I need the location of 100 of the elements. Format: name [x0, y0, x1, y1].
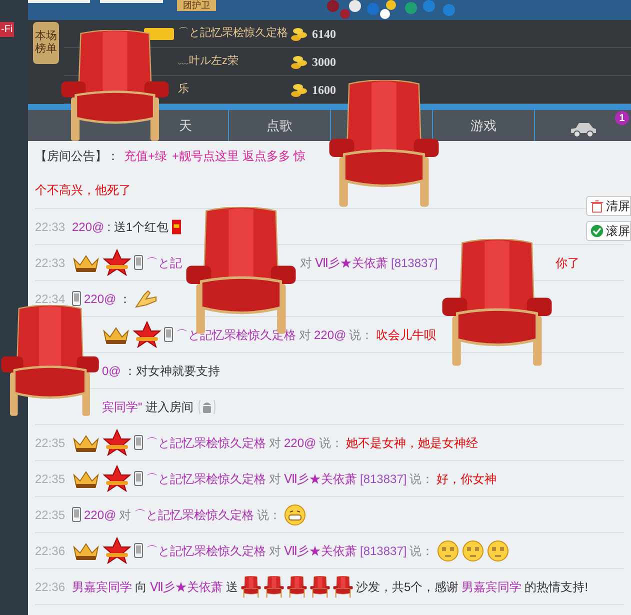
- user-name[interactable]: ⌒と記忆罘桧惊久定格: [134, 506, 254, 524]
- notification-badge: 1: [615, 111, 629, 125]
- clear-screen-button[interactable]: 清屏: [586, 196, 631, 216]
- connector-text: 说：: [349, 326, 374, 344]
- user-name[interactable]: 220@: [84, 290, 116, 308]
- sofa-icon: [333, 576, 353, 598]
- user-name[interactable]: ⌒と記忆罘桧惊久定格: [146, 542, 266, 560]
- connector-text: 对: [299, 326, 311, 344]
- grinning-emoji-icon: [284, 504, 306, 526]
- user-name[interactable]: Ⅶ彡★关依萧: [315, 254, 388, 272]
- user-id: [813837]: [360, 542, 407, 560]
- phone-icon: [72, 291, 81, 306]
- message-text: : 送1个红包: [107, 218, 169, 236]
- tab[interactable]: 点歌: [266, 116, 292, 136]
- android-icon: [196, 398, 218, 414]
- coins-icon: [290, 26, 308, 42]
- user-id: [813837]: [391, 254, 438, 272]
- message-text: 她不是女神，她是女神经: [346, 434, 478, 452]
- coin-count: 1600: [312, 82, 336, 98]
- user-name[interactable]: ⌒と記忆罘桧惊久定格: [146, 470, 266, 488]
- hand-emoji-icon: [134, 288, 158, 308]
- message-text: 送: [226, 578, 238, 596]
- notice-link[interactable]: 充值+绿: [124, 147, 168, 165]
- user-name[interactable]: 220@: [314, 326, 346, 344]
- message-text: 吹会儿牛呗: [376, 326, 436, 344]
- ranking-name: ⌒と記忆罘桧惊久定格: [178, 26, 289, 42]
- crown-icon: [72, 252, 100, 272]
- phone-icon: [134, 471, 143, 486]
- user-name[interactable]: 220@: [72, 218, 104, 236]
- crown-icon: [72, 540, 100, 560]
- armchair-icon: [0, 305, 100, 417]
- connector-text: 说：: [257, 506, 282, 524]
- phone-icon: [164, 327, 173, 342]
- user-name[interactable]: 220@: [284, 434, 316, 452]
- message-time: 22:36: [35, 578, 66, 596]
- connector-text: 说：: [319, 434, 344, 452]
- message-text: 进入房间: [145, 398, 194, 416]
- notice-link[interactable]: +靓号点这里 返点多多 惊: [172, 147, 306, 165]
- smug-emoji-icon: [436, 540, 459, 562]
- user-name[interactable]: ⌒と記忆罘桧惊久定格: [146, 434, 266, 452]
- connector-text: 对: [300, 254, 312, 272]
- tab[interactable]: 游戏: [470, 116, 496, 136]
- check-icon: [590, 224, 604, 238]
- connector-text: 对: [269, 542, 281, 560]
- message-time: 22:34: [35, 290, 66, 308]
- trash-icon: [590, 199, 604, 213]
- scroll-screen-button[interactable]: 滚屏: [586, 221, 631, 241]
- star-icon: [103, 536, 131, 564]
- connector-text: 说：: [410, 470, 434, 488]
- message-text: 向: [135, 578, 147, 596]
- armchair-icon: [440, 238, 553, 366]
- coin-count: 6140: [312, 26, 336, 42]
- message-time: 22:33: [35, 218, 66, 236]
- armchair-icon: [60, 30, 170, 142]
- crown-icon: [72, 468, 100, 488]
- message-time: 22:35: [35, 506, 66, 524]
- phone-icon: [134, 435, 143, 450]
- notice-label: 【房间公告】：: [35, 148, 119, 165]
- message-time: 22:35: [35, 434, 66, 452]
- phone-icon: [72, 507, 81, 522]
- connector-text: 对: [269, 470, 281, 488]
- envelope-icon: [172, 218, 181, 234]
- guard-badge[interactable]: 团护卫: [177, 0, 216, 11]
- message-text: 沙发，共5个，感谢: [356, 578, 459, 596]
- message-text: 个不高兴，他死了: [35, 182, 131, 198]
- user-id: [813837]: [360, 470, 407, 488]
- ranking-name: ﹏叶ル左z荣: [178, 54, 240, 70]
- tab[interactable]: 天: [179, 116, 192, 136]
- crown-icon: [72, 432, 100, 452]
- top-button[interactable]: [28, 0, 90, 3]
- coins-icon: [290, 82, 308, 98]
- user-name[interactable]: 220@: [84, 506, 116, 524]
- user-name[interactable]: 0@: [102, 362, 121, 380]
- crown-icon: [102, 324, 130, 344]
- coin-count: 3000: [312, 54, 336, 70]
- user-name[interactable]: ⌒と記: [146, 254, 182, 272]
- top-button[interactable]: [100, 0, 163, 3]
- user-name[interactable]: Ⅶ彡★关依萧: [284, 542, 357, 560]
- message-time: 22:33: [35, 254, 66, 272]
- sofa-icon: [310, 576, 330, 598]
- side-tag: -Fi: [0, 22, 14, 37]
- user-name[interactable]: 男嘉宾同学: [72, 578, 132, 596]
- message-text: ：对女神就要支持: [124, 362, 220, 380]
- user-name[interactable]: 男嘉宾同学: [462, 578, 522, 596]
- ranking-tag[interactable]: 本场榜单: [33, 22, 59, 64]
- user-name[interactable]: 宾同学": [102, 398, 142, 416]
- user-name[interactable]: Ⅶ彡★关依萧: [150, 578, 223, 596]
- phone-icon: [134, 543, 143, 558]
- connector-text: 对: [119, 506, 132, 524]
- star-icon: [133, 320, 161, 348]
- message-text: ：: [119, 290, 132, 308]
- message-time: 22:36: [35, 542, 66, 560]
- message-time: 22:35: [35, 470, 66, 488]
- car-icon: [569, 120, 597, 136]
- star-icon: [103, 428, 131, 456]
- message-text: 的热情支持!: [524, 578, 588, 596]
- user-name[interactable]: Ⅶ彡★关依萧: [284, 470, 357, 488]
- sofa-icon: [241, 576, 261, 598]
- phone-icon: [134, 255, 143, 270]
- star-icon: [103, 464, 131, 492]
